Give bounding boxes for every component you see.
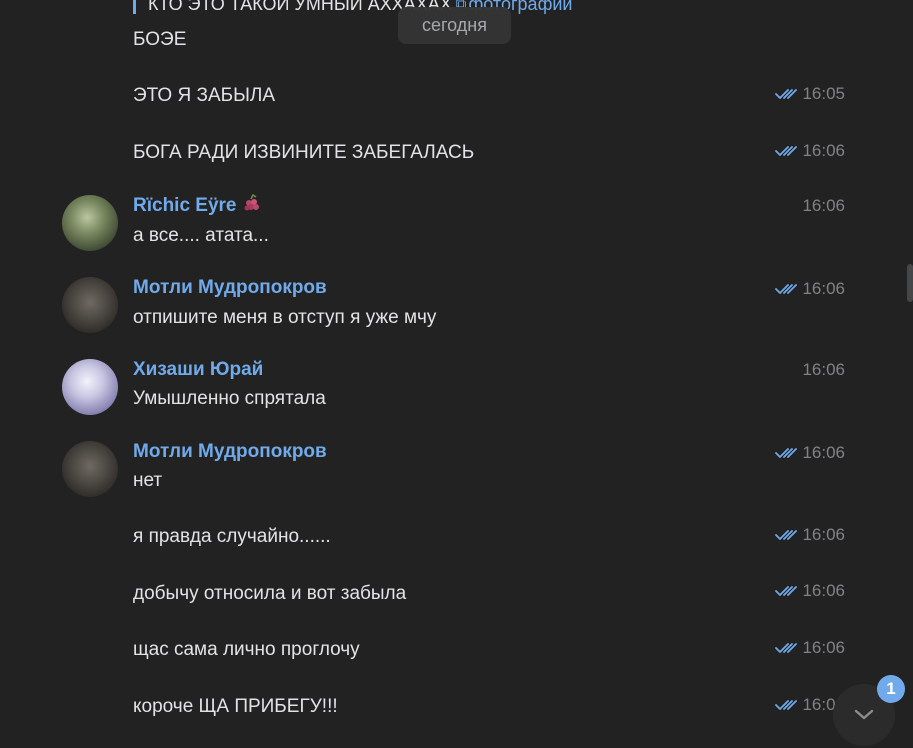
time-label: 16:05 <box>802 84 845 103</box>
time-label: 16:06 <box>802 638 845 657</box>
time-label: 16:06 <box>802 581 845 600</box>
time-label: 16:06 <box>802 279 845 298</box>
message-time: 16:06 <box>802 360 845 380</box>
message-time: 16:05 <box>775 84 845 104</box>
read-checkmarks-icon <box>775 700 798 710</box>
author-name-label: Rïchic Eÿre <box>133 195 237 216</box>
author-name[interactable]: Мотли Мудропокров <box>133 276 327 300</box>
author-name[interactable]: Хизаши Юрай <box>133 358 263 382</box>
time-label: 16:06 <box>802 360 845 379</box>
message-time: 16:06 <box>775 141 845 161</box>
avatar[interactable] <box>62 277 118 333</box>
quote-bar <box>133 0 136 14</box>
message-text: отпишите меня в отступ я уже мчу <box>133 307 437 328</box>
chevron-down-icon <box>854 709 874 720</box>
scrollbar[interactable] <box>907 264 913 302</box>
message-time: 16:06 <box>775 443 845 463</box>
message-text: добычу относила и вот забыла <box>133 583 407 604</box>
message-time: 16:06 <box>775 525 845 545</box>
message-time: 16:06 <box>802 196 845 216</box>
message-time: 16:06 <box>775 581 845 601</box>
message-time: 16:06 <box>775 279 845 299</box>
author-name[interactable]: Мотли Мудропокров <box>133 440 327 464</box>
message-text: щас сама лично проглочу <box>133 639 360 660</box>
read-checkmarks-icon <box>775 586 798 596</box>
message-text: БОГА РАДИ ИЗВИНИТЕ ЗАБЕГАЛАСЬ <box>133 142 475 163</box>
avatar[interactable] <box>62 359 118 415</box>
avatar[interactable] <box>62 441 118 497</box>
author-name[interactable]: Rïchic Eÿre <box>133 194 263 218</box>
time-label: 16:06 <box>802 141 845 160</box>
message-text: я правда случайно...... <box>133 526 331 547</box>
message-text: БОЭЕ <box>133 29 187 50</box>
date-separator: сегодня <box>398 7 511 44</box>
time-label: 16:06 <box>802 196 845 215</box>
message-text: а все.... атата... <box>133 225 269 246</box>
unread-badge: 1 <box>877 675 905 703</box>
message-text: Умышленно спрятала <box>133 388 326 409</box>
time-label: 16:06 <box>802 525 845 544</box>
time-label: 16:06 <box>802 443 845 462</box>
message-text: короче ЩА ПРИБЕГУ!!! <box>133 696 338 717</box>
read-checkmarks-icon <box>775 146 798 156</box>
chat-history: КТО ЭТО ТАКОЙ УМНЫЙ АХХАХАХ ⧉ фотографии… <box>0 0 913 748</box>
read-checkmarks-icon <box>775 448 798 458</box>
berries-emoji-icon <box>244 194 259 211</box>
read-checkmarks-icon <box>775 89 798 99</box>
message-text: нет <box>133 470 163 491</box>
read-checkmarks-icon <box>775 643 798 653</box>
avatar[interactable] <box>62 195 118 251</box>
message-text: ЭТО Я ЗАБЫЛА <box>133 85 276 106</box>
read-checkmarks-icon <box>775 284 798 294</box>
read-checkmarks-icon <box>775 530 798 540</box>
message-time: 16:06 <box>775 638 845 658</box>
